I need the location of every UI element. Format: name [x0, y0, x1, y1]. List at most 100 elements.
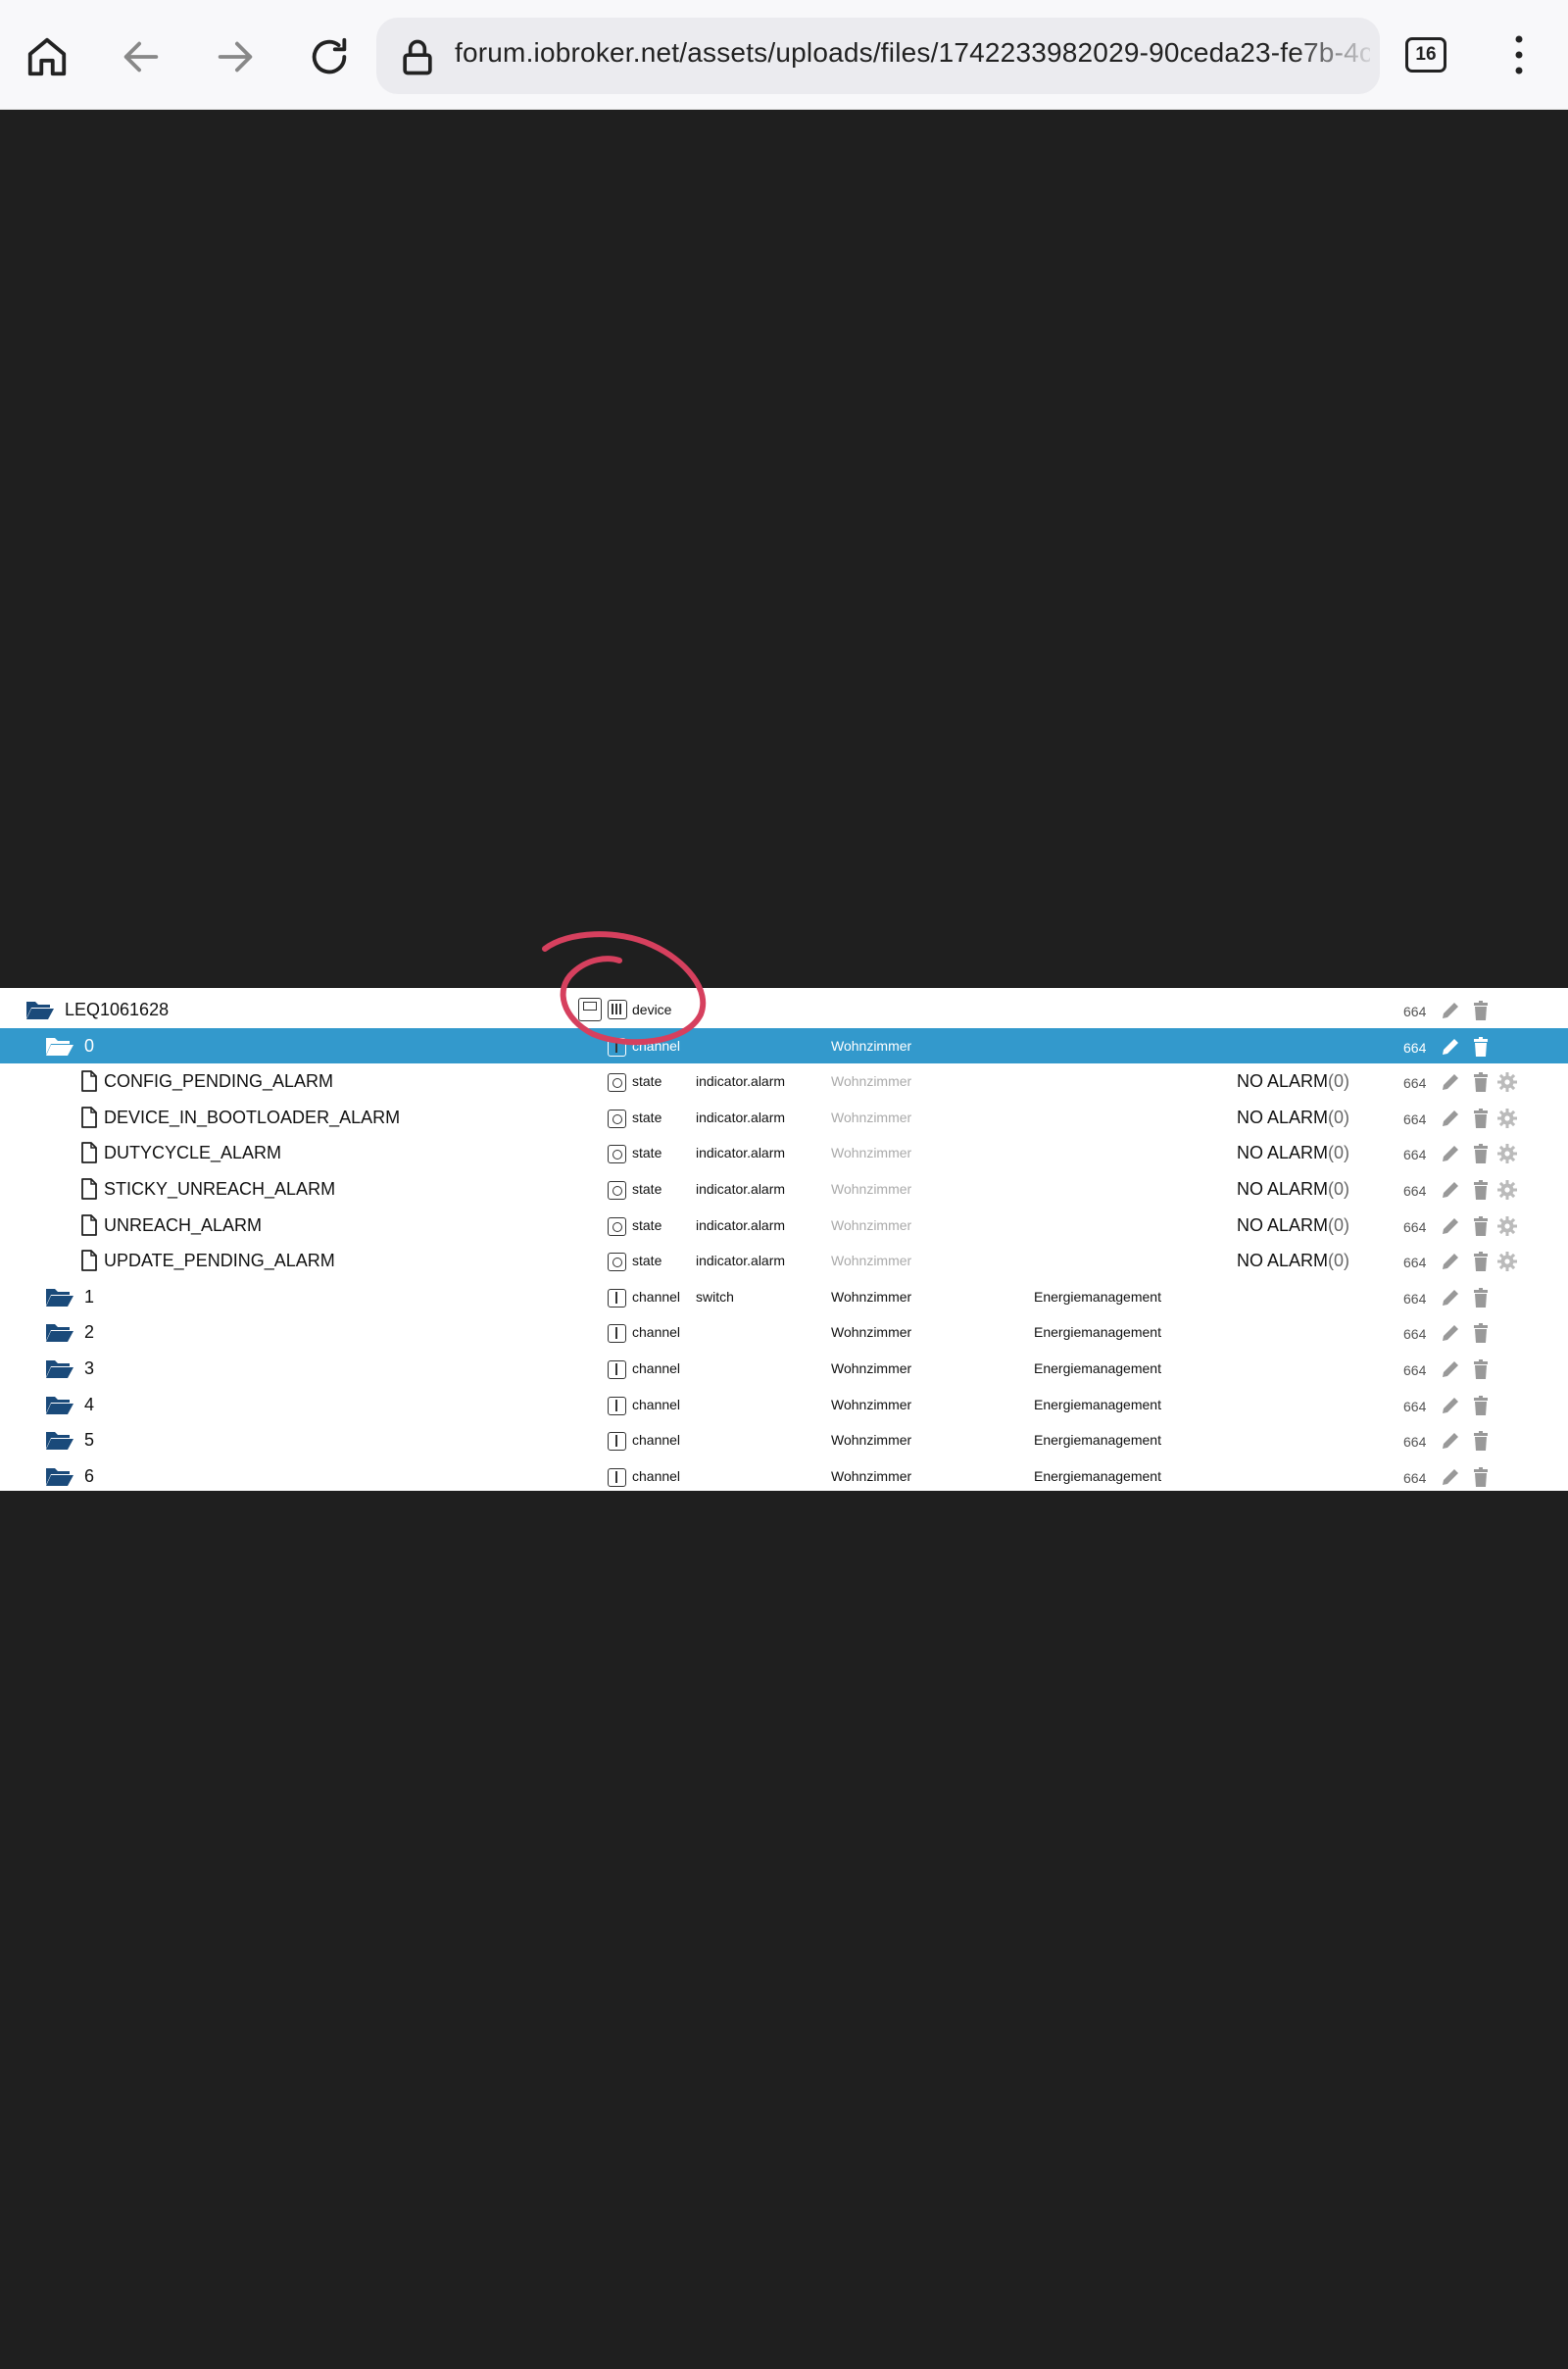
trash-icon[interactable]: [1470, 1358, 1492, 1380]
trash-icon[interactable]: [1470, 1430, 1492, 1452]
folder-open-icon[interactable]: [25, 999, 55, 1020]
address-bar[interactable]: forum.iobroker.net/assets/uploads/files/…: [376, 18, 1380, 94]
tree-row[interactable]: 2 channel Wohnzimmer Energiemanagement 664: [0, 1314, 1568, 1351]
tree-row[interactable]: UNREACH_ALARM state indicator.alarm Wohnzim…: [0, 1208, 1568, 1244]
state-type-icon: [608, 1073, 626, 1093]
object-room: Wohnzimmer: [831, 1073, 912, 1090]
pencil-icon[interactable]: [1440, 1395, 1461, 1416]
trash-icon[interactable]: [1470, 1071, 1492, 1093]
reload-button[interactable]: [298, 25, 361, 88]
object-type: device: [632, 1002, 672, 1017]
tree-row[interactable]: LEQ1061628 device 664: [0, 992, 1568, 1028]
object-role: indicator.alarm: [696, 1216, 786, 1233]
tree-row[interactable]: CONFIG_PENDING_ALARM state indicator.alarm…: [0, 1063, 1568, 1100]
trash-icon[interactable]: [1470, 1000, 1492, 1021]
pencil-icon[interactable]: [1440, 1358, 1461, 1380]
trash-icon[interactable]: [1470, 1215, 1492, 1237]
gear-icon[interactable]: [1496, 1071, 1518, 1093]
channel-type-icon: [608, 1037, 626, 1057]
file-icon[interactable]: [80, 1250, 98, 1272]
trash-icon[interactable]: [1470, 1466, 1492, 1488]
file-icon[interactable]: [80, 1213, 98, 1236]
pencil-icon[interactable]: [1440, 1036, 1461, 1058]
pencil-icon[interactable]: [1440, 1466, 1461, 1488]
folder-open-icon[interactable]: [45, 1286, 74, 1308]
gear-icon[interactable]: [1496, 1108, 1518, 1129]
tree-row[interactable]: 3 channel Wohnzimmer Energiemanagement 664: [0, 1351, 1568, 1387]
gear-icon[interactable]: [1496, 1143, 1518, 1164]
pencil-icon[interactable]: [1440, 1000, 1461, 1021]
object-value[interactable]: NO ALARM(0): [1237, 1100, 1349, 1136]
acl-value: 664: [1403, 1039, 1427, 1056]
tree-row[interactable]: 5 channel Wohnzimmer Energiemanagement 664: [0, 1422, 1568, 1458]
file-icon[interactable]: [80, 1106, 98, 1128]
value-number: (0): [1328, 1251, 1350, 1271]
folder-open-icon[interactable]: [45, 1035, 74, 1057]
object-value[interactable]: NO ALARM(0): [1237, 1063, 1349, 1100]
channel-type-icon: [608, 1396, 626, 1415]
acl-value: 664: [1403, 1218, 1427, 1235]
value-number: (0): [1328, 1107, 1350, 1127]
object-value[interactable]: NO ALARM(0): [1237, 1208, 1349, 1244]
trash-icon[interactable]: [1470, 1322, 1492, 1344]
pencil-icon[interactable]: [1440, 1215, 1461, 1237]
folder-open-icon[interactable]: [45, 1321, 74, 1343]
gear-icon[interactable]: [1496, 1251, 1518, 1272]
pencil-icon[interactable]: [1440, 1287, 1461, 1308]
tree-row[interactable]: STICKY_UNREACH_ALARM state indicator.alarm…: [0, 1171, 1568, 1208]
folder-open-icon[interactable]: [45, 1357, 74, 1379]
object-name: 5: [84, 1430, 95, 1451]
trash-icon[interactable]: [1470, 1251, 1492, 1272]
tree-row[interactable]: UPDATE_PENDING_ALARM state indicator.alarm…: [0, 1243, 1568, 1279]
object-value[interactable]: NO ALARM(0): [1237, 1135, 1349, 1171]
tree-row[interactable]: 1 channel switch Wohnzimmer Energiemanagemen…: [0, 1279, 1568, 1315]
acl-value: 664: [1403, 1398, 1427, 1414]
value-text: NO ALARM: [1237, 1251, 1329, 1271]
object-name: DUTYCYCLE_ALARM: [104, 1143, 282, 1163]
pencil-icon[interactable]: [1440, 1143, 1461, 1164]
pencil-icon[interactable]: [1440, 1071, 1461, 1093]
folder-open-icon[interactable]: [45, 1465, 74, 1487]
pencil-icon[interactable]: [1440, 1108, 1461, 1129]
object-type: state: [632, 1253, 662, 1269]
tree-row[interactable]: DUTYCYCLE_ALARM state indicator.alarm Wohnz…: [0, 1135, 1568, 1171]
folder-open-icon[interactable]: [45, 1429, 74, 1451]
pencil-icon[interactable]: [1440, 1251, 1461, 1272]
file-icon[interactable]: [80, 1070, 98, 1093]
value-text: NO ALARM: [1237, 1107, 1329, 1127]
browser-toolbar: forum.iobroker.net/assets/uploads/files/…: [0, 0, 1568, 110]
acl-value: 664: [1403, 1183, 1427, 1199]
object-value[interactable]: NO ALARM(0): [1237, 1243, 1349, 1279]
back-button[interactable]: [110, 25, 172, 88]
tree-row[interactable]: DEVICE_IN_BOOTLOADER_ALARM state indicator…: [0, 1100, 1568, 1136]
trash-icon[interactable]: [1470, 1143, 1492, 1164]
more-vertical-icon[interactable]: [1499, 29, 1539, 78]
file-icon[interactable]: [80, 1142, 98, 1164]
value-number: (0): [1328, 1071, 1350, 1092]
trash-icon[interactable]: [1470, 1395, 1492, 1416]
pencil-icon[interactable]: [1440, 1322, 1461, 1344]
gear-icon[interactable]: [1496, 1215, 1518, 1237]
gear-icon[interactable]: [1496, 1179, 1518, 1201]
tree-row[interactable]: 4 channel Wohnzimmer Energiemanagement 664: [0, 1387, 1568, 1423]
forward-button[interactable]: [204, 25, 267, 88]
object-function: Energiemanagement: [1034, 1467, 1161, 1484]
folder-open-icon[interactable]: [45, 1394, 74, 1415]
file-icon[interactable]: [80, 1178, 98, 1200]
tree-row[interactable]: 0 channel Wohnzimmer 664: [0, 1027, 1568, 1064]
tab-count-button[interactable]: 16: [1405, 37, 1446, 73]
object-type: channel: [632, 1467, 681, 1484]
arrow-left-icon: [123, 41, 159, 73]
trash-icon[interactable]: [1470, 1179, 1492, 1201]
home-icon: [27, 37, 67, 76]
trash-icon[interactable]: [1470, 1108, 1492, 1129]
pencil-icon[interactable]: [1440, 1179, 1461, 1201]
trash-icon[interactable]: [1470, 1036, 1492, 1058]
trash-icon[interactable]: [1470, 1287, 1492, 1308]
acl-value: 664: [1403, 1290, 1427, 1307]
tree-row[interactable]: 6 channel Wohnzimmer Energiemanagement 664: [0, 1458, 1568, 1495]
object-value[interactable]: NO ALARM(0): [1237, 1171, 1349, 1208]
home-button[interactable]: [16, 25, 78, 88]
value-text: NO ALARM: [1237, 1179, 1329, 1199]
pencil-icon[interactable]: [1440, 1430, 1461, 1452]
